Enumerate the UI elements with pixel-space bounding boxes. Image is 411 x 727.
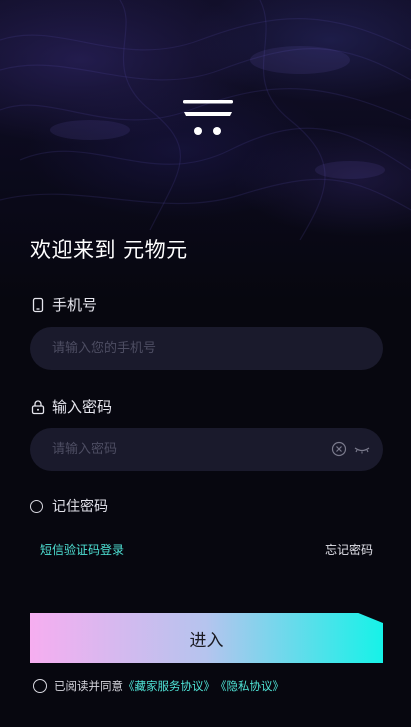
sms-login-link[interactable]: 短信验证码登录 (40, 541, 124, 558)
phone-icon (30, 297, 46, 313)
password-label-row: 输入密码 (30, 396, 112, 417)
welcome-title: 欢迎来到 元物元 (30, 238, 188, 262)
brand-logo (183, 100, 233, 135)
forgot-password-link[interactable]: 忘记密码 (325, 541, 373, 558)
password-input-box[interactable] (30, 428, 383, 471)
enter-button[interactable]: 进入 (30, 613, 383, 663)
password-input[interactable] (50, 441, 363, 458)
phone-label: 手机号 (52, 296, 98, 314)
remember-radio[interactable] (30, 499, 43, 513)
agreement-row: 已阅读并同意 《藏家服务协议》 《隐私协议》 (33, 678, 284, 694)
lock-icon (30, 399, 46, 415)
service-agreement-link[interactable]: 《藏家服务协议》 (123, 678, 215, 694)
agreement-prefix: 已阅读并同意 (54, 679, 123, 693)
eye-closed-icon[interactable] (353, 441, 371, 461)
phone-input[interactable] (50, 340, 363, 357)
login-screen: 欢迎来到 元物元 手机号 输入密码 (0, 0, 411, 727)
remember-password[interactable]: 记住密码 (30, 496, 108, 516)
privacy-agreement-link[interactable]: 《隐私协议》 (215, 678, 284, 694)
clear-icon[interactable] (331, 441, 347, 461)
phone-input-box[interactable] (30, 327, 383, 370)
password-label: 输入密码 (52, 398, 113, 416)
enter-button-label: 进入 (189, 630, 224, 651)
remember-label: 记住密码 (52, 499, 108, 515)
phone-label-row: 手机号 (30, 294, 97, 315)
password-icons (331, 441, 371, 461)
agreement-radio[interactable] (33, 679, 47, 693)
